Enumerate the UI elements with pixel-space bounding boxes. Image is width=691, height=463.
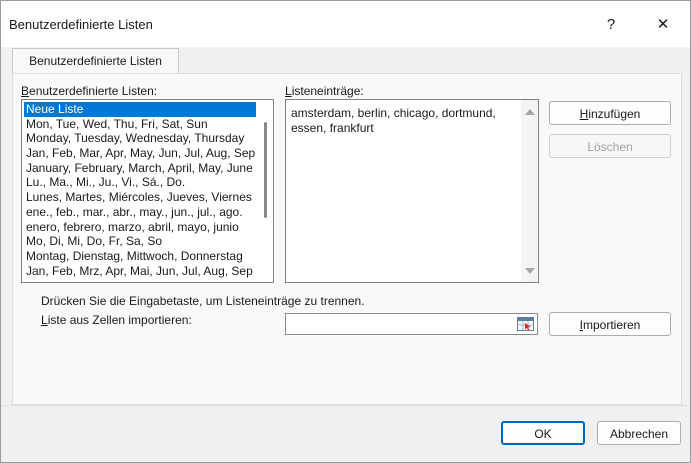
list-entries-text: amsterdam, berlin, chicago, dortmund, es… (291, 106, 496, 135)
import-range-input[interactable] (285, 313, 538, 335)
cancel-button[interactable]: Abbrechen (597, 421, 681, 445)
delete-button[interactable]: Löschen (549, 134, 671, 158)
help-button[interactable]: ? (591, 9, 631, 39)
list-item[interactable]: Mon, Tue, Wed, Thu, Fri, Sat, Sun (24, 117, 256, 132)
custom-lists-label: Benutzerdefinierte Listen: (21, 84, 158, 98)
scroll-up-icon[interactable] (525, 109, 535, 115)
range-selector-icon[interactable] (517, 317, 534, 331)
hint-text: Drücken Sie die Eingabetaste, um Listene… (41, 294, 365, 308)
scroll-down-icon[interactable] (525, 268, 535, 274)
close-icon: ✕ (656, 16, 670, 33)
add-button[interactable]: Hinzufügen (549, 101, 671, 125)
list-item[interactable]: ene., feb., mar., abr., may., jun., jul.… (24, 205, 256, 220)
list-item[interactable]: Jan, Feb, Mrz, Apr, Mai, Jun, Jul, Aug, … (24, 264, 256, 279)
list-item[interactable]: Lunes, Martes, Miércoles, Jueves, Vierne… (24, 190, 256, 205)
list-entries-label: Listeneinträge: (285, 84, 364, 98)
custom-lists-items: Neue Liste Mon, Tue, Wed, Thu, Fri, Sat, … (24, 102, 256, 278)
ok-button[interactable]: OK (501, 421, 585, 445)
import-button[interactable]: Importieren (549, 312, 671, 336)
list-item[interactable]: January, February, March, April, May, Ju… (24, 161, 256, 176)
list-item[interactable]: Montag, Dienstag, Mittwoch, Donnerstag (24, 249, 256, 264)
list-item[interactable]: Neue Liste (24, 102, 256, 117)
title-bar: Benutzerdefinierte Listen ? ✕ (1, 1, 690, 47)
scrollbar-thumb[interactable] (264, 122, 267, 218)
list-entries-textarea[interactable]: amsterdam, berlin, chicago, dortmund, es… (285, 99, 539, 283)
custom-lists-listbox[interactable]: Neue Liste Mon, Tue, Wed, Thu, Fri, Sat, … (21, 99, 274, 283)
help-icon: ? (606, 15, 616, 33)
entries-scrollbar[interactable] (521, 100, 538, 282)
list-item[interactable]: Monday, Tuesday, Wednesday, Thursday (24, 131, 256, 146)
list-item[interactable]: Jan, Feb, Mar, Apr, May, Jun, Jul, Aug, … (24, 146, 256, 161)
close-button[interactable]: ✕ (643, 9, 683, 39)
listbox-scrollbar[interactable] (257, 100, 273, 282)
list-item[interactable]: enero, febrero, marzo, abril, mayo, juni… (24, 220, 256, 235)
custom-lists-dialog: Benutzerdefinierte Listen ? ✕ Benutzerde… (0, 0, 691, 463)
dialog-title: Benutzerdefinierte Listen (9, 17, 153, 32)
footer-separator (1, 405, 690, 406)
list-item[interactable]: Mo, Di, Mi, Do, Fr, Sa, So (24, 234, 256, 249)
import-label: Liste aus Zellen importieren: (41, 313, 192, 327)
list-item[interactable]: Lu., Ma., Mi., Ju., Vi., Sá., Do. (24, 175, 256, 190)
tab-custom-lists[interactable]: Benutzerdefinierte Listen (12, 48, 179, 74)
